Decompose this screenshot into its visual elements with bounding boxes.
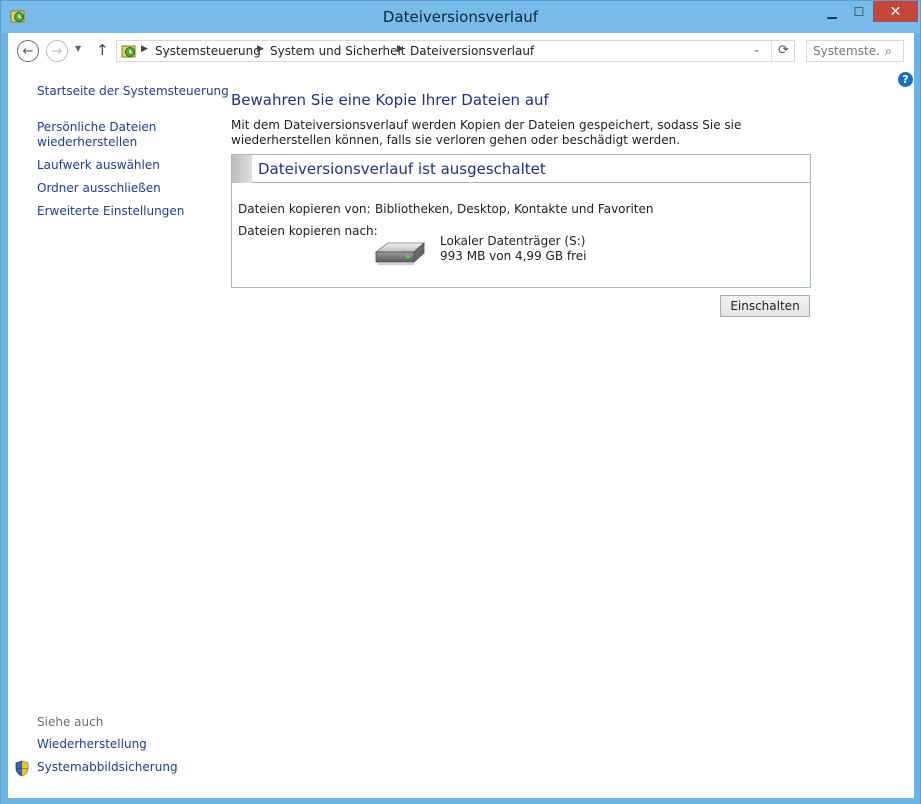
link-advanced-settings[interactable]: Erweiterte Einstellungen — [37, 204, 184, 219]
drive-name: Lokaler Datenträger (S:) — [440, 234, 586, 248]
address-bar[interactable]: ▶ Systemsteuerung ▶ System und Sicherhei… — [116, 40, 795, 62]
breadcrumb-systemsteuerung[interactable]: Systemsteuerung — [155, 44, 261, 58]
status-panel-header: Dateiversionsverlauf ist ausgeschaltet — [232, 155, 810, 183]
client-area: ← → ▼ ↑ ▶ Systemsteuerung ▶ System und S… — [8, 33, 914, 798]
search-input[interactable] — [813, 44, 879, 58]
intro-text: Mit dem Dateiversionsverlauf werden Kopi… — [231, 118, 742, 147]
uac-shield-icon — [15, 760, 29, 777]
maximize-button[interactable]: ☐ — [846, 1, 872, 22]
address-divider — [771, 41, 772, 61]
link-select-drive[interactable]: Laufwerk auswählen — [37, 158, 160, 173]
help-button[interactable]: ? — [898, 72, 913, 87]
status-title: Dateiversionsverlauf ist ausgeschaltet — [258, 160, 546, 178]
recent-locations-dropdown[interactable]: ▼ — [75, 44, 81, 53]
see-also-heading: Siehe auch — [37, 715, 104, 729]
copy-to-label: Dateien kopieren nach: — [238, 224, 378, 238]
status-panel: Dateiversionsverlauf ist ausgeschaltet D… — [231, 154, 811, 288]
window-bottom-border — [1, 798, 920, 804]
search-icon[interactable]: ⌕ — [885, 44, 892, 59]
breadcrumb-separator[interactable]: ▶ — [257, 44, 264, 54]
close-button[interactable]: ✕ — [873, 1, 918, 22]
hard-drive-icon — [374, 242, 426, 265]
up-button[interactable]: ↑ — [96, 41, 109, 59]
control-panel-icon — [121, 45, 136, 58]
back-button[interactable]: ← — [17, 40, 39, 62]
breadcrumb-separator[interactable]: ▶ — [141, 44, 148, 54]
minimize-button[interactable]: ▁ — [819, 1, 845, 22]
drive-free-space: 993 MB von 4,99 GB frei — [440, 249, 587, 263]
refresh-button[interactable]: ⟳ — [778, 43, 789, 58]
breadcrumb-system-und-sicherheit[interactable]: System und Sicherheit — [270, 44, 406, 58]
address-dropdown-icon[interactable]: ⌄ — [753, 45, 761, 55]
navigation-bar: ← → ▼ ↑ ▶ Systemsteuerung ▶ System und S… — [8, 33, 914, 69]
breadcrumb-dateiversionsverlauf[interactable]: Dateiversionsverlauf — [410, 44, 534, 58]
window: Dateiversionsverlauf ▁ ☐ ✕ ← → ▼ ↑ ▶ Sys… — [0, 0, 921, 804]
link-exclude-folders[interactable]: Ordner ausschließen — [37, 181, 161, 196]
turn-on-button[interactable]: Einschalten — [720, 295, 810, 317]
link-control-panel-home[interactable]: Startseite der Systemsteuerung — [37, 84, 229, 99]
link-restore-personal-files[interactable]: Persönliche Dateien wiederherstellen — [37, 120, 177, 150]
link-recovery[interactable]: Wiederherstellung — [37, 737, 147, 752]
breadcrumb-separator[interactable]: ▶ — [397, 44, 404, 54]
link-system-image-backup[interactable]: Systemabbildsicherung — [37, 760, 178, 775]
window-title: Dateiversionsverlauf — [382, 8, 539, 26]
copy-from-label: Dateien kopieren von: — [238, 202, 371, 216]
copy-from-value: Bibliotheken, Desktop, Kontakte und Favo… — [375, 202, 654, 216]
status-indicator — [232, 155, 252, 183]
search-box[interactable]: ⌕ — [806, 40, 904, 62]
forward-button[interactable]: → — [46, 40, 68, 62]
page-title: Bewahren Sie eine Kopie Ihrer Dateien au… — [231, 91, 549, 109]
titlebar[interactable]: Dateiversionsverlauf ▁ ☐ ✕ — [1, 1, 920, 33]
